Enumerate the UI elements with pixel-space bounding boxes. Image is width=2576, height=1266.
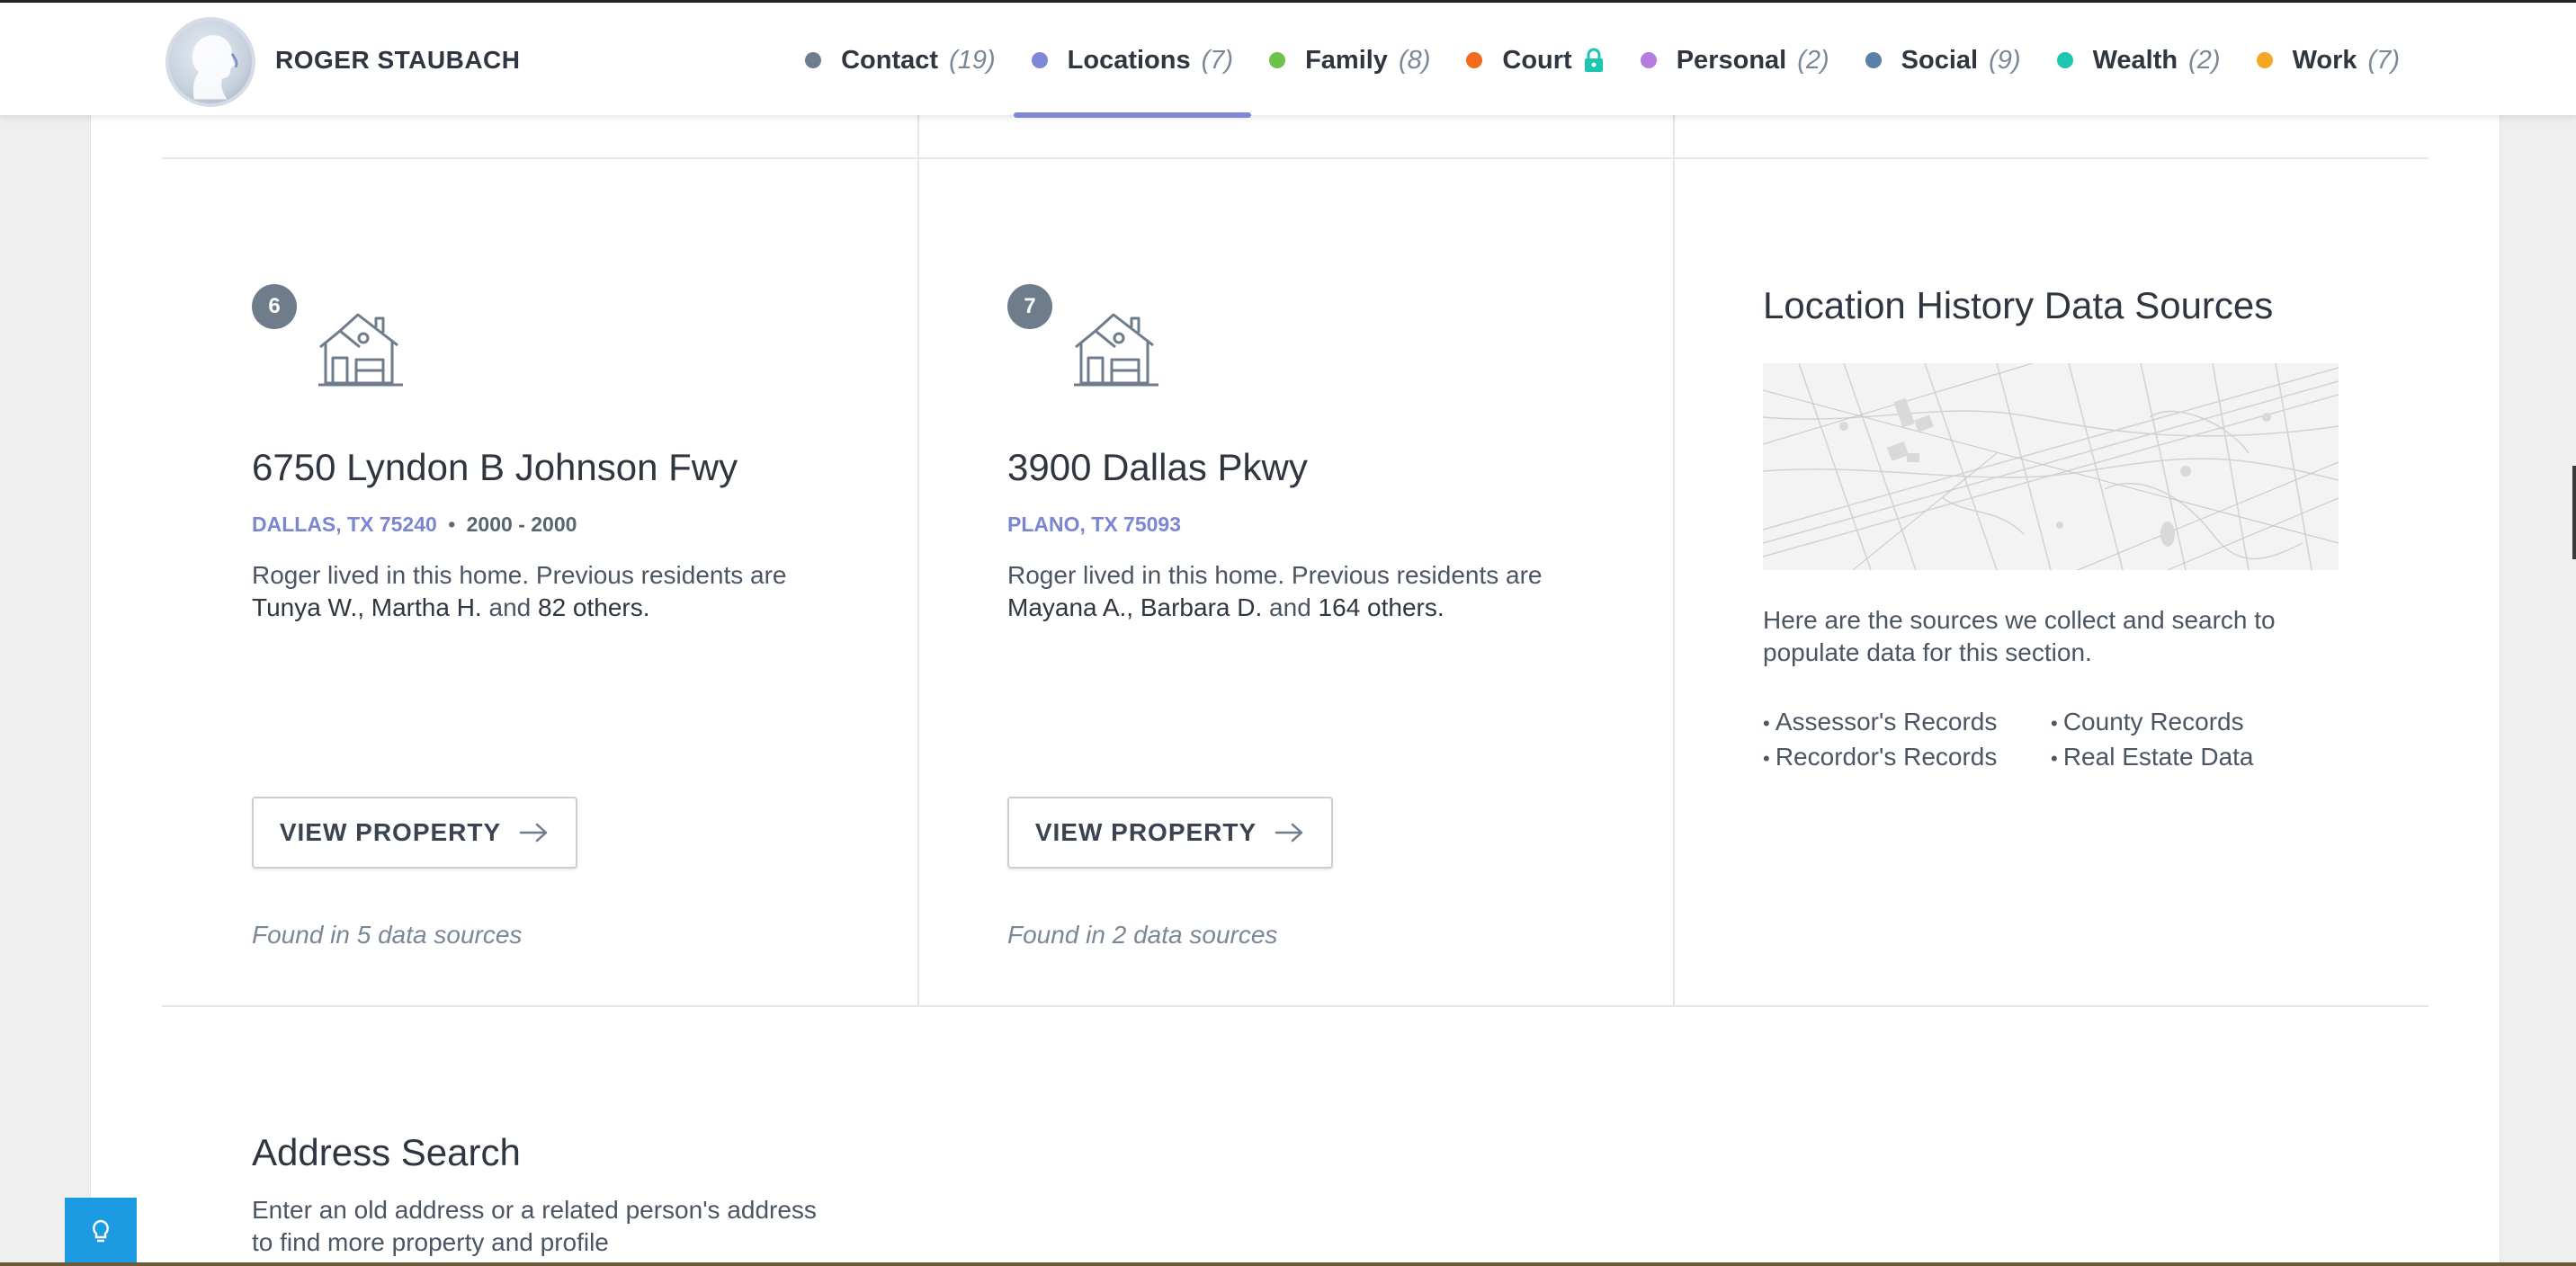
wealth-dot-icon [2056,52,2073,68]
view-property-button[interactable]: VIEW PROPERTY [252,797,577,869]
bottom-edge [0,1262,2576,1266]
source-item: County Records [2051,705,2339,740]
section-divider-top [162,157,2428,159]
tab-personal[interactable]: Personal (2) [1623,3,1847,118]
meta-separator: • [448,513,456,536]
work-dot-icon [2256,52,2273,68]
property-years: 2000 - 2000 [466,513,577,536]
column-divider-1 [917,115,919,1007]
tab-count: (8) [1398,45,1431,75]
source-item: Real Estate Data [2051,740,2339,775]
data-sources-count: Found in 5 data sources [252,921,523,949]
street-map-image [1763,363,2339,570]
tab-social[interactable]: Social (9) [1847,3,2039,118]
tab-work[interactable]: Work (7) [2239,3,2418,118]
tab-label: Contact [841,45,939,75]
property-address: 3900 Dallas Pkwy [1007,446,1308,488]
sources-list: Assessor's Records County Records Record… [1763,705,2393,775]
house-icon [1074,313,1158,387]
locations-dot-icon [1031,52,1048,68]
tab-label: Wealth [2092,45,2178,75]
tab-count: (9) [1989,45,2021,75]
source-item: Assessor's Records [1763,705,2051,740]
sources-title: Location History Data Sources [1763,284,2274,326]
tab-label: Court [1502,45,1572,75]
tab-count: (7) [2367,45,2400,75]
property-index-badge: 7 [1007,284,1052,329]
view-property-button[interactable]: VIEW PROPERTY [1007,797,1333,869]
lock-icon [1584,48,1603,72]
profile-silhouette-icon [192,35,238,100]
sources-description: Here are the sources we collect and sear… [1763,606,2276,666]
help-tips-button[interactable] [65,1198,137,1266]
button-label: VIEW PROPERTY [279,818,502,846]
avatar[interactable] [165,17,255,107]
arrow-right-icon [1275,823,1303,843]
house-icon [318,313,403,387]
tab-label: Social [1901,45,1979,75]
property-meta: PLANO, TX 75093 [1007,513,1181,537]
tab-contact[interactable]: Contact (19) [787,3,1014,118]
tab-label: Locations [1067,45,1191,75]
tab-wealth[interactable]: Wealth (2) [2039,3,2239,118]
tab-label: Work [2292,45,2357,75]
tab-label: Family [1305,45,1388,75]
map-thumbnail [1763,363,2339,570]
property-address: 6750 Lyndon B Johnson Fwy [252,446,738,488]
description-text: Roger lived in this home. Previous resid… [252,561,787,589]
scrollbar-thumb[interactable] [2572,466,2576,559]
court-dot-icon [1466,52,1483,68]
section-nav: Contact (19) Locations (7) Family (8) Co… [787,3,2418,118]
tab-locations[interactable]: Locations (7) [1013,3,1252,118]
lightbulb-icon [93,1219,109,1243]
property-meta: DALLAS, TX 75240 • 2000 - 2000 [252,513,577,537]
address-search-title: Address Search [252,1131,521,1173]
source-item: Recordor's Records [1763,740,2051,775]
tab-count: (2) [2188,45,2221,75]
profile-name: ROGER STAUBACH [275,46,521,74]
resident-names[interactable]: Mayana A., Barbara D. [1007,593,1262,621]
family-dot-icon [1269,52,1286,68]
property-description: Roger lived in this home. Previous resid… [252,559,827,624]
section-divider-bottom [162,1005,2428,1007]
tab-count: (7) [1201,45,1234,75]
tab-count: (2) [1797,45,1829,75]
resident-names[interactable]: Tunya W., Martha H. [252,593,482,621]
property-city[interactable]: DALLAS, TX 75240 [252,513,437,536]
tab-count: (19) [949,45,996,75]
property-description: Roger lived in this home. Previous resid… [1007,559,1583,624]
other-residents-count[interactable]: 82 others. [538,593,650,621]
property-index-badge: 6 [252,284,297,329]
button-label: VIEW PROPERTY [1034,818,1257,846]
address-search-description: Enter an old address or a related person… [252,1196,817,1256]
tab-court[interactable]: Court [1448,3,1622,118]
column-divider-2 [1673,115,1675,1007]
description-join: and [481,593,538,621]
tab-label: Personal [1676,45,1787,75]
other-residents-count[interactable]: 164 others. [1319,593,1445,621]
description-text: Roger lived in this home. Previous resid… [1007,561,1543,589]
personal-dot-icon [1640,52,1657,68]
tab-family[interactable]: Family (8) [1251,3,1448,118]
data-sources-count: Found in 2 data sources [1007,921,1278,949]
social-dot-icon [1865,52,1882,68]
description-join: and [1262,593,1319,621]
top-navbar: ROGER STAUBACH Contact (19) Locations (7… [0,0,2576,118]
property-city[interactable]: PLANO, TX 75093 [1007,513,1181,536]
contact-dot-icon [805,52,822,68]
arrow-right-icon [519,823,548,843]
